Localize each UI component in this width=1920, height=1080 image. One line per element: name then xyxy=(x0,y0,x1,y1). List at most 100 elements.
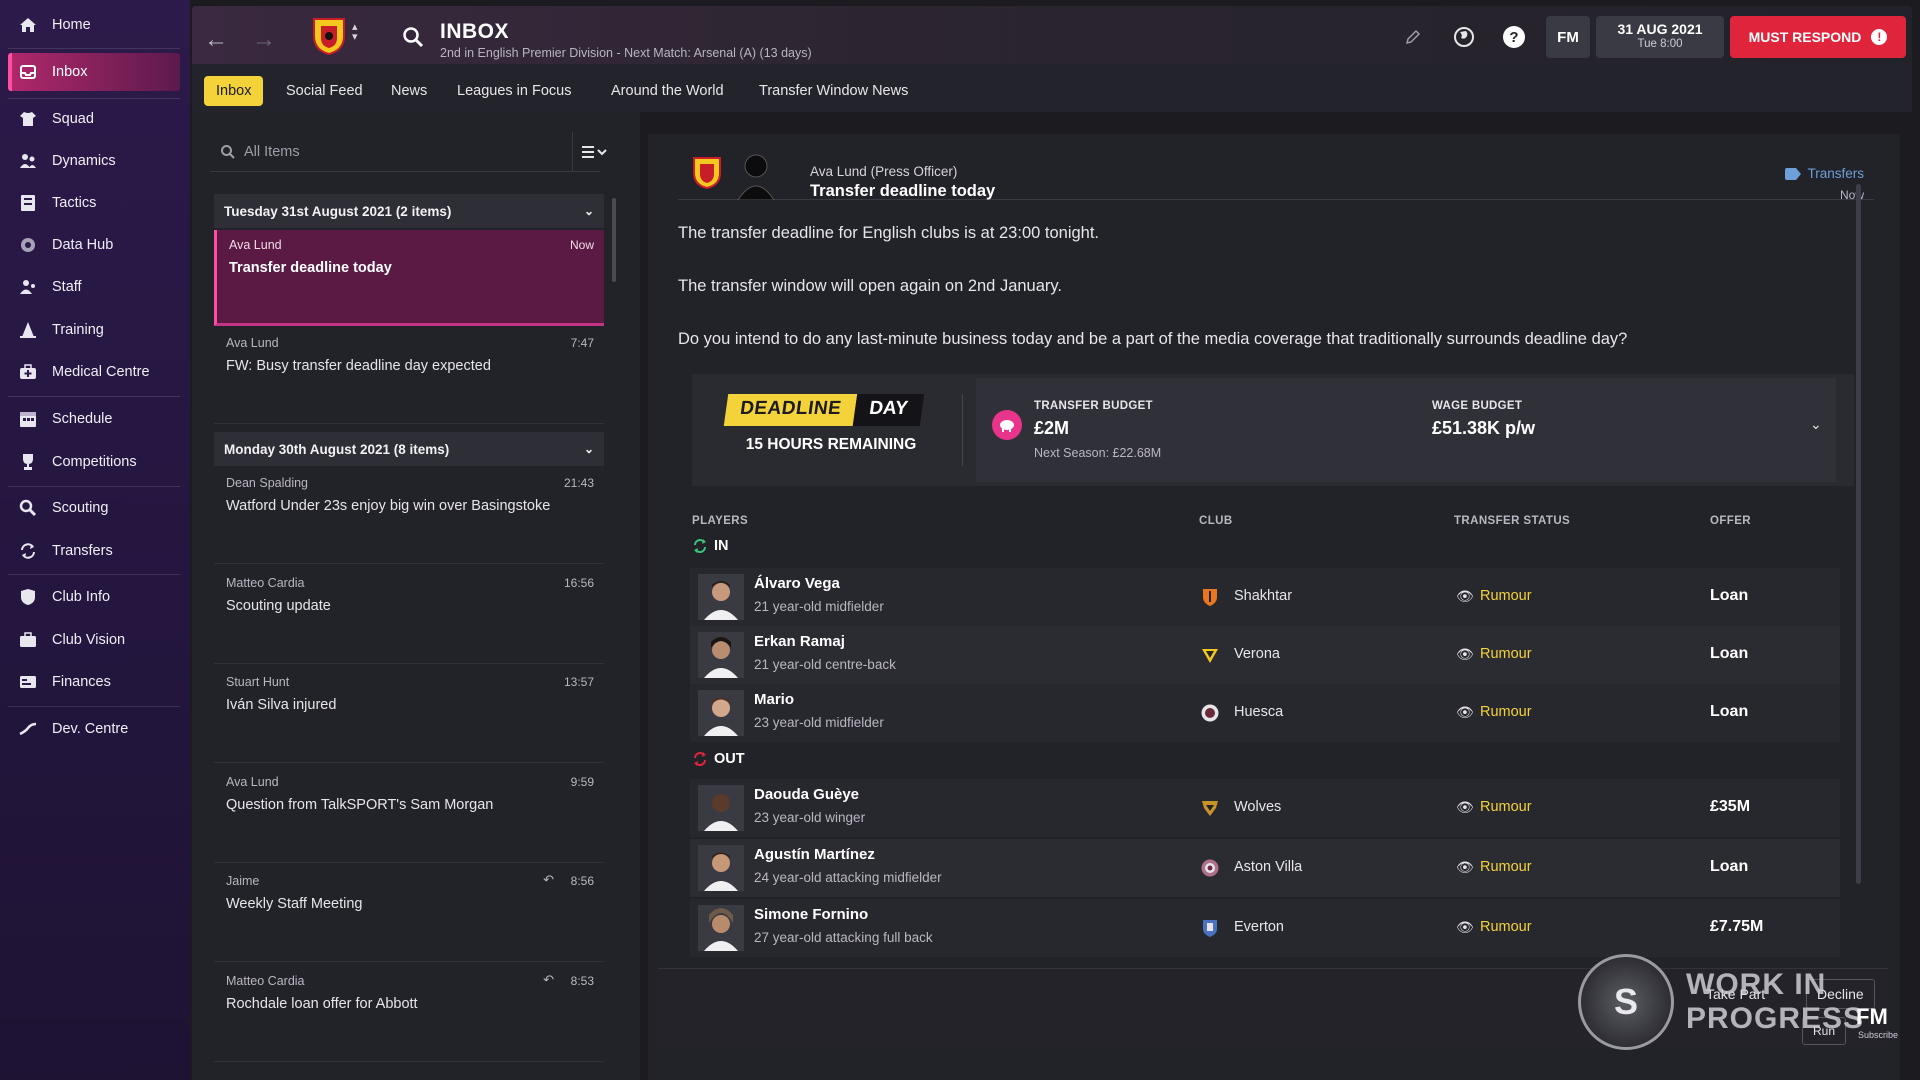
list-item[interactable]: Matteo Cardia 16:56 Scouting update xyxy=(214,568,604,664)
player-name[interactable]: Álvaro Vega xyxy=(754,575,840,592)
group-header[interactable]: Monday 30th August 2021 (8 items) ⌄ xyxy=(214,432,604,466)
filter-icon xyxy=(581,146,607,158)
chevron-up-down-icon[interactable]: ▴ ▾ xyxy=(352,22,358,43)
back-arrow-icon[interactable]: ← xyxy=(204,26,228,54)
msg-subject: Watford Under 23s enjoy big win over Bas… xyxy=(226,498,551,514)
sidebar-item-club-vision[interactable]: Club Vision xyxy=(8,621,180,659)
wage-budget-value: £51.38K p/w xyxy=(1432,418,1536,438)
player-desc: 21 year-old centre-back xyxy=(754,657,896,672)
chevron-down-icon[interactable]: ⌄ xyxy=(584,204,594,218)
club-name[interactable]: Everton xyxy=(1234,919,1284,935)
sender-line: Ava Lund (Press Officer) xyxy=(810,164,957,179)
wage-budget-label: WAGE BUDGET xyxy=(1432,400,1523,412)
sender-name[interactable]: Ava Lund xyxy=(810,164,867,179)
club-name[interactable]: Huesca xyxy=(1234,704,1283,720)
scrollbar[interactable] xyxy=(1856,184,1861,884)
fm-logo: FM xyxy=(1856,1004,1888,1029)
search-input[interactable]: All Items xyxy=(210,132,600,172)
sidebar-item-scouting[interactable]: Scouting xyxy=(8,489,180,527)
table-row[interactable]: Simone Fornino 27 year-old attacking ful… xyxy=(690,899,1840,957)
chevron-down-icon[interactable]: ⌄ xyxy=(584,442,594,456)
player-name[interactable]: Agustín Martínez xyxy=(754,846,875,863)
player-name[interactable]: Daouda Guèye xyxy=(754,786,859,803)
player-name[interactable]: Erkan Ramaj xyxy=(754,633,845,650)
group-title: Monday 30th August 2021 (8 items) xyxy=(224,441,450,457)
club-name[interactable]: Wolves xyxy=(1234,799,1281,815)
sidebar-item-schedule[interactable]: Schedule xyxy=(8,400,180,438)
message-tag[interactable]: Transfers xyxy=(1785,166,1864,181)
search-icon[interactable] xyxy=(402,26,424,53)
sidebar-item-squad[interactable]: Squad xyxy=(8,100,180,138)
message-paragraph: The transfer deadline for English clubs … xyxy=(678,224,1099,242)
sidebar-item-home[interactable]: Home xyxy=(8,6,180,44)
club-badge-icon[interactable] xyxy=(310,16,348,56)
continue-date-button[interactable]: 31 AUG 2021 Tue 8:00 xyxy=(1596,16,1724,58)
filter-menu-button[interactable] xyxy=(572,132,616,172)
list-item[interactable]: Ava Lund Now Transfer deadline today xyxy=(214,230,604,326)
column-header-offer[interactable]: OFFER xyxy=(1710,515,1751,527)
table-row[interactable]: Álvaro Vega 21 year-old midfielder Shakh… xyxy=(690,568,1840,626)
tab-around-the-world[interactable]: Around the World xyxy=(599,76,736,106)
table-row[interactable]: Mario 23 year-old midfielder Huesca 👁 Ru… xyxy=(690,684,1840,742)
section-out: OUT xyxy=(692,751,745,767)
sidebar-item-training[interactable]: Training xyxy=(8,311,180,349)
list-item[interactable]: Dean Spalding 21:43 Watford Under 23s en… xyxy=(214,468,604,564)
message-list-panel: All Items Tuesday 31st August 2021 (2 it… xyxy=(192,112,640,1080)
sidebar-item-club-info[interactable]: Club Info xyxy=(8,578,180,616)
message-paragraph: Do you intend to do any last-minute busi… xyxy=(678,330,1628,348)
sidebar-item-label: Tactics xyxy=(52,195,97,211)
chevron-down-icon[interactable]: ⌄ xyxy=(1810,416,1822,433)
club-name[interactable]: Verona xyxy=(1234,646,1280,662)
list-item[interactable]: Stuart Hunt 13:57 Iván Silva injured xyxy=(214,667,604,763)
msg-subject: Rochdale loan offer for Abbott xyxy=(226,996,418,1012)
player-name[interactable]: Simone Fornino xyxy=(754,906,868,923)
tab-news[interactable]: News xyxy=(379,76,439,106)
pencil-icon[interactable] xyxy=(1398,22,1428,52)
search-icon xyxy=(221,144,235,159)
tab-inbox[interactable]: Inbox xyxy=(204,76,264,106)
divider xyxy=(8,48,180,49)
sidebar-item-transfers[interactable]: Transfers xyxy=(8,532,180,570)
sidebar-item-dynamics[interactable]: Dynamics xyxy=(8,142,180,180)
table-row[interactable]: Daouda Guèye 23 year-old winger Wolves 👁… xyxy=(690,779,1840,837)
club-name[interactable]: Aston Villa xyxy=(1234,859,1302,875)
table-row[interactable]: Erkan Ramaj 21 year-old centre-back Vero… xyxy=(690,626,1840,684)
budget-panel[interactable]: TRANSFER BUDGET £2M Next Season: £22.68M… xyxy=(976,378,1836,482)
tab-social-feed[interactable]: Social Feed xyxy=(274,76,375,106)
sidebar-item-competitions[interactable]: Competitions xyxy=(8,443,180,481)
sidebar-item-medical-centre[interactable]: Medical Centre xyxy=(8,353,180,391)
club-name[interactable]: Shakhtar xyxy=(1234,588,1292,604)
transfer-status: Rumour xyxy=(1480,646,1532,662)
sidebar-item-staff[interactable]: Staff xyxy=(8,268,180,306)
subscribe-label[interactable]: Subscribe xyxy=(1858,1030,1898,1040)
list-item[interactable]: Jaime ↶ 8:56 Weekly Staff Meeting xyxy=(214,866,604,962)
player-name[interactable]: Mario xyxy=(754,691,794,708)
list-item[interactable]: Matteo Cardia ↶ 8:53 Rochdale loan offer… xyxy=(214,966,604,1062)
column-header-status[interactable]: TRANSFER STATUS xyxy=(1454,515,1570,527)
tab-leagues-in-focus[interactable]: Leagues in Focus xyxy=(445,76,583,106)
list-item[interactable]: Ava Lund 9:59 Question from TalkSPORT's … xyxy=(214,767,604,863)
club-crest-icon xyxy=(1200,798,1220,818)
column-header-players[interactable]: PLAYERS xyxy=(692,515,748,527)
table-row[interactable]: Agustín Martínez 24 year-old attacking m… xyxy=(690,839,1840,897)
fm-menu-button[interactable]: FM xyxy=(1546,16,1590,58)
help-icon[interactable]: ? xyxy=(1499,22,1529,52)
sidebar-item-dev-centre[interactable]: Dev. Centre xyxy=(8,710,180,748)
sidebar-item-data-hub[interactable]: Data Hub xyxy=(8,226,180,264)
msg-sender: Ava Lund xyxy=(226,775,279,789)
sidebar-item-tactics[interactable]: Tactics xyxy=(8,184,180,222)
list-item[interactable]: Ava Lund 7:47 FW: Busy transfer deadline… xyxy=(214,328,604,424)
work-in-progress-watermark: S WORK IN PROGRESS FM Subscribe xyxy=(1578,950,1898,1060)
sidebar-item-inbox[interactable]: Inbox xyxy=(8,53,180,91)
current-date: 31 AUG 2021 xyxy=(1617,21,1703,37)
sidebar-item-label: Finances xyxy=(52,674,111,690)
staff-icon xyxy=(18,277,38,297)
group-header[interactable]: Tuesday 31st August 2021 (2 items) ⌄ xyxy=(214,194,604,228)
tab-transfer-window-news[interactable]: Transfer Window News xyxy=(747,76,920,106)
must-respond-button[interactable]: MUST RESPOND ! xyxy=(1730,16,1906,58)
sidebar-item-finances[interactable]: Finances xyxy=(8,663,180,701)
globe-icon[interactable] xyxy=(1449,22,1479,52)
column-header-club[interactable]: CLUB xyxy=(1199,515,1233,527)
scrollbar[interactable] xyxy=(612,198,616,282)
forward-arrow-icon[interactable]: → xyxy=(252,26,276,54)
